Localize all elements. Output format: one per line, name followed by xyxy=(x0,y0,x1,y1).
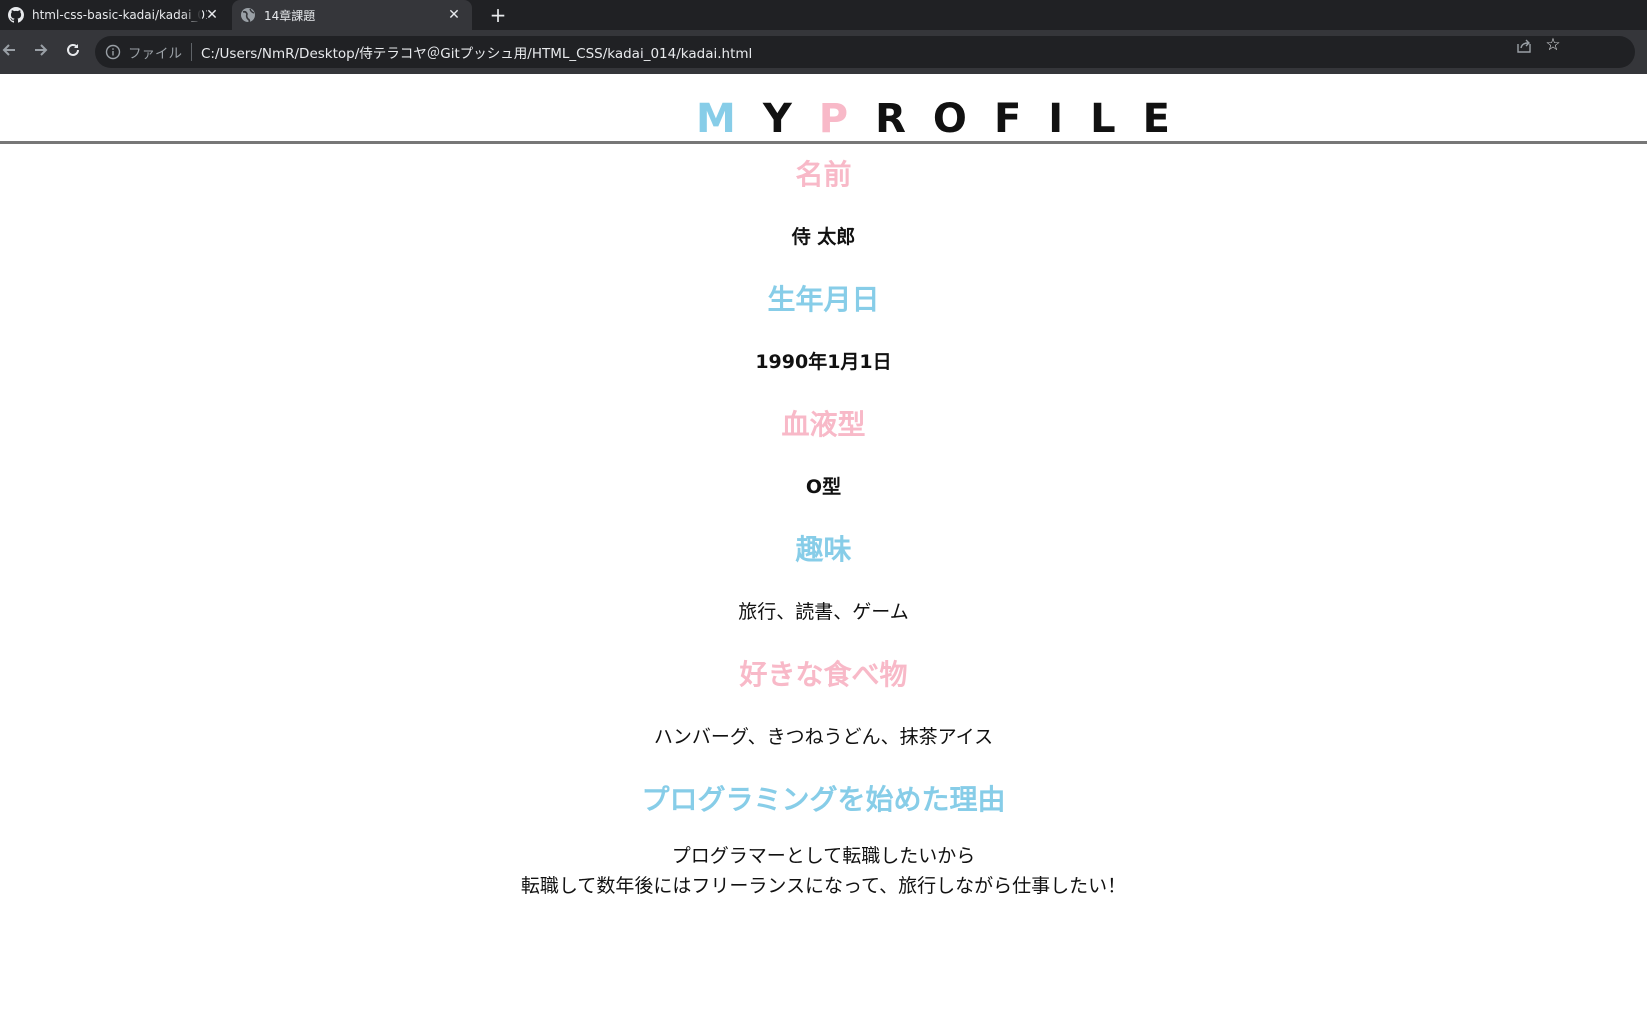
tab-title: html-css-basic-kadai/kadai_014 at xyxy=(32,8,207,22)
tab-github[interactable]: html-css-basic-kadai/kadai_014 at ✕ xyxy=(0,0,230,30)
bookmark-star-icon[interactable]: ☆ xyxy=(1543,35,1563,55)
page-content: MYPROFILE 名前 侍 太郎 生年月日 1990年1月1日 血液型 O型 … xyxy=(0,74,1647,1013)
profile-section: 名前 侍 太郎 生年月日 1990年1月1日 血液型 O型 趣味 旅行、読書、ゲ… xyxy=(0,144,1647,901)
logo-letter: L xyxy=(1090,96,1143,142)
hobby-heading: 趣味 xyxy=(795,533,852,566)
forward-arrow-icon[interactable] xyxy=(30,41,52,63)
close-tab-icon[interactable]: ✕ xyxy=(446,7,462,23)
logo-letter: I xyxy=(1048,96,1091,142)
logo-letter: M xyxy=(696,96,763,142)
logo-letter: O xyxy=(932,96,994,142)
logo-letter: F xyxy=(993,96,1049,142)
blood-type-heading: 血液型 xyxy=(781,408,866,441)
browser-toolbar: ファイル C:/Users/NmR/Desktop/侍テラコヤ＠Gitプッシュ用… xyxy=(0,30,1647,74)
logo: MYPROFILE xyxy=(0,98,1647,140)
new-tab-button[interactable]: + xyxy=(486,3,510,27)
reason-line: 転職して数年後にはフリーランスになって、旅行しながら仕事したい！ xyxy=(520,875,1127,897)
reload-icon[interactable] xyxy=(62,41,84,63)
name-heading: 名前 xyxy=(795,158,852,191)
tab-active[interactable]: 14章課題 ✕ xyxy=(232,0,472,30)
name-value: 侍 太郎 xyxy=(791,226,856,248)
tab-title-fade xyxy=(182,0,202,30)
logo-letter: Y xyxy=(762,96,819,142)
logo-letter: P xyxy=(818,96,876,142)
share-icon[interactable] xyxy=(1516,38,1532,54)
github-icon xyxy=(8,7,24,23)
browser-tab-bar: html-css-basic-kadai/kadai_014 at ✕ 14章課… xyxy=(0,0,1647,30)
reason-heading: プログラミングを始めた理由 xyxy=(641,783,1006,816)
reason-value: プログラマーとして転職したいから 転職して数年後にはフリーランスになって、旅行し… xyxy=(0,831,1647,901)
tab-title: 14章課題 xyxy=(264,8,316,23)
logo-letter: E xyxy=(1142,96,1197,142)
address-separator xyxy=(191,43,192,61)
url-text[interactable]: C:/Users/NmR/Desktop/侍テラコヤ＠Gitプッシュ用/HTML… xyxy=(201,42,752,62)
birthday-heading: 生年月日 xyxy=(767,283,880,316)
globe-icon xyxy=(241,8,255,23)
info-icon[interactable] xyxy=(105,44,121,60)
scheme-label: ファイル xyxy=(128,46,182,62)
back-arrow-icon[interactable] xyxy=(0,41,20,63)
favorite-food-heading: 好きな食べ物 xyxy=(739,658,908,691)
hobby-value: 旅行、読書、ゲーム xyxy=(738,601,909,623)
site-header: MYPROFILE xyxy=(0,74,1647,144)
reason-line: プログラマーとして転職したいから xyxy=(671,845,976,867)
address-bar[interactable]: ファイル C:/Users/NmR/Desktop/侍テラコヤ＠Gitプッシュ用… xyxy=(95,36,1635,68)
close-tab-icon[interactable]: ✕ xyxy=(204,7,220,23)
favorite-food-value: ハンバーグ、きつねうどん、抹茶アイス xyxy=(653,726,994,748)
logo-letter: R xyxy=(875,96,933,142)
birthday-value: 1990年1月1日 xyxy=(755,351,892,373)
blood-type-value: O型 xyxy=(805,476,842,498)
